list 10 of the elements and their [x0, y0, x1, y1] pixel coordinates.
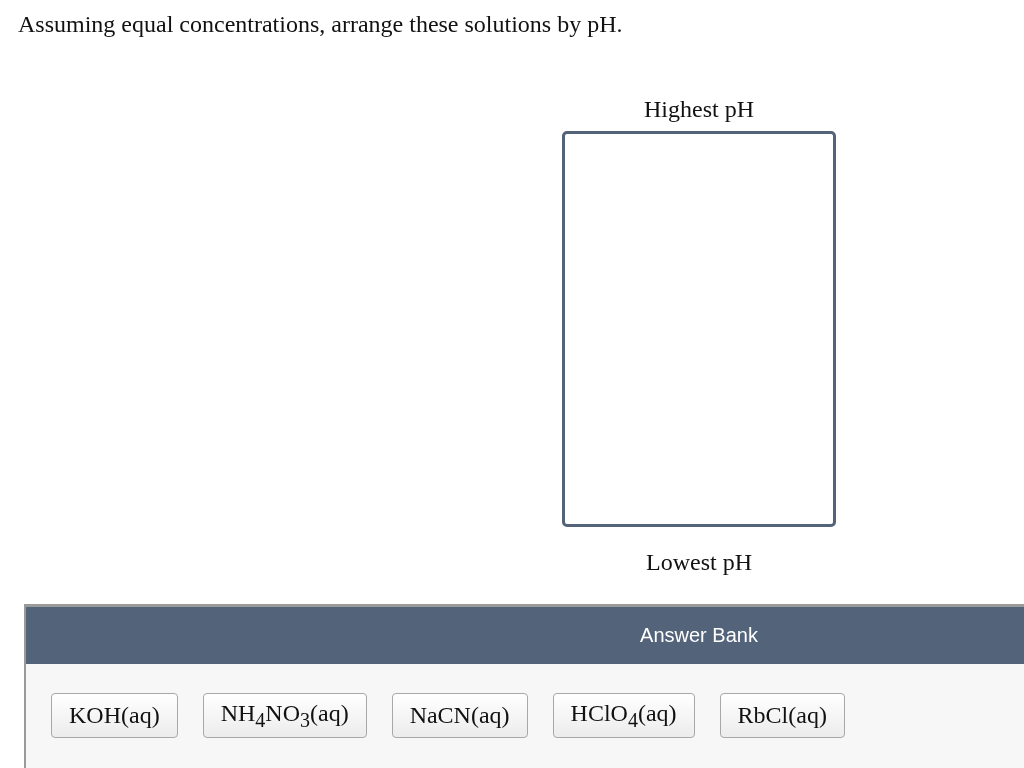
answer-bank-title: Answer Bank: [26, 607, 1024, 664]
answer-tile[interactable]: NaCN(aq): [391, 693, 528, 738]
answer-tile[interactable]: KOH(aq): [51, 693, 178, 738]
answer-tile[interactable]: HClO$_{4}$(aq): [552, 693, 695, 738]
question-text: Assuming equal concentrations, arrange these solutions by pH.: [17, 10, 624, 39]
answer-tile[interactable]: NH$_{4}$NO$_{3}$(aq): [202, 693, 367, 738]
ranking-top-label: Highest pH: [644, 95, 754, 124]
ranking-bottom-label: Lowest pH: [646, 548, 752, 577]
drop-zone[interactable]: [562, 131, 836, 527]
answer-tile[interactable]: RbCl(aq): [719, 693, 845, 738]
